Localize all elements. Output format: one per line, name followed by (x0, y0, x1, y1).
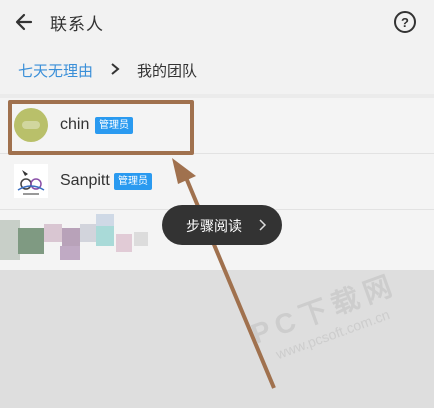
step-reading-label: 步骤阅读 (186, 219, 242, 235)
member-row[interactable]: Sanpitt 管理员 (0, 154, 434, 210)
question-icon: ? (401, 14, 409, 30)
breadcrumb-parent-link[interactable]: 七天无理由 (18, 60, 93, 81)
breadcrumb: 七天无理由 我的团队 (0, 44, 434, 94)
avatar (14, 108, 48, 142)
page-title: 联系人 (50, 15, 104, 35)
top-bar: 联系人 ? (0, 0, 434, 44)
breadcrumb-current: 我的团队 (137, 62, 198, 80)
member-name: chin (60, 116, 90, 133)
empty-area (0, 270, 434, 408)
help-button[interactable]: ? (394, 11, 416, 33)
member-row[interactable]: chin 管理员 (0, 98, 434, 154)
back-button[interactable] (10, 8, 38, 36)
avatar (14, 164, 48, 198)
member-name: Sanpitt (60, 172, 110, 189)
chevron-right-icon (111, 63, 120, 75)
admin-badge: 管理员 (114, 173, 152, 190)
arrow-left-icon (15, 13, 33, 31)
admin-badge: 管理员 (95, 117, 133, 134)
chevron-right-icon (259, 219, 267, 231)
contacts-screen: 联系人 ? 七天无理由 我的团队 chin 管理员 Sanpitt 管理员 步骤… (0, 0, 434, 408)
step-reading-button[interactable]: 步骤阅读 (162, 205, 282, 245)
